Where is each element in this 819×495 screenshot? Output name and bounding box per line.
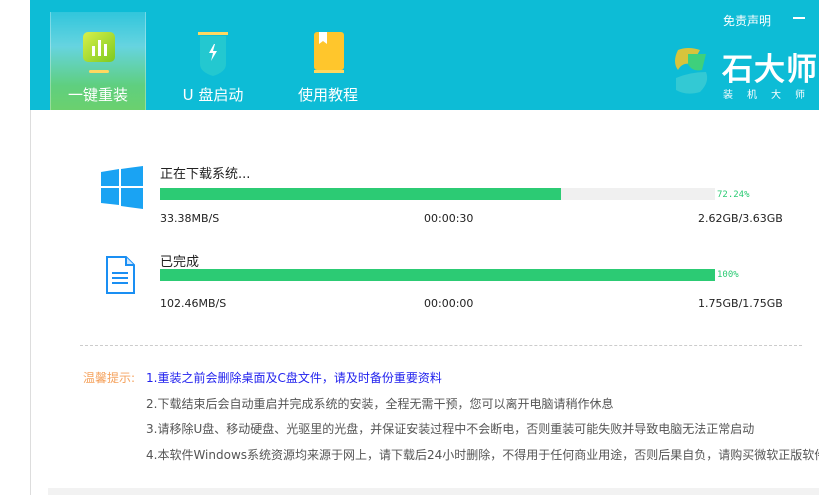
download-time: 00:00:00 <box>424 297 474 310</box>
download-time: 00:00:30 <box>424 212 474 225</box>
brand-logo <box>675 48 708 94</box>
tip-item: 3.请移除U盘、移动硬盘、光驱里的光盘，并保证安装过程中不会断电，否则重装可能失… <box>146 422 755 436</box>
download-speed: 33.38MB/S <box>160 212 220 225</box>
download-speed: 102.46MB/S <box>160 297 227 310</box>
progress-fill <box>160 188 561 200</box>
document-icon <box>106 256 135 294</box>
tip-item: 4.本软件Windows系统资源均来源于网上，请下载后24小时删除，不得用于任何… <box>146 448 819 462</box>
download-size: 1.75GB/1.75GB <box>698 297 783 310</box>
progress-bar <box>160 188 715 200</box>
progress-bar <box>160 269 715 281</box>
minimize-button[interactable] <box>793 17 805 19</box>
bar-chart-icon <box>83 32 115 73</box>
brand-name: 石大师 <box>722 52 818 88</box>
tab-usb-boot[interactable]: U 盘启动 <box>165 12 261 110</box>
download-size: 2.62GB/3.63GB <box>698 212 783 225</box>
download-title: 已完成 <box>160 255 200 270</box>
tab-label: U 盘启动 <box>182 86 244 104</box>
tips-label: 温馨提示: <box>83 371 136 385</box>
book-icon <box>314 32 344 73</box>
usb-icon <box>198 32 228 76</box>
download-title: 正在下载系统... <box>160 167 251 182</box>
windows-icon <box>101 166 143 209</box>
tab-label: 使用教程 <box>297 86 358 104</box>
tip-item: 1.重装之前会删除桌面及C盘文件，请及时备份重要资料 <box>146 371 442 385</box>
disclaimer-link[interactable]: 免责声明 <box>723 12 771 29</box>
progress-percent: 72.24% <box>717 190 750 200</box>
footer-bar <box>48 488 819 495</box>
tab-one-click-reinstall[interactable]: 一键重装 <box>50 12 146 110</box>
window-border <box>30 110 31 495</box>
tip-item: 2.下载结束后会自动重启并完成系统的安装，全程无需干预，您可以离开电脑请稍作休息 <box>146 397 614 411</box>
tab-label: 一键重装 <box>67 86 128 104</box>
divider <box>80 345 802 346</box>
progress-percent: 100% <box>717 270 739 280</box>
brand-subtitle: 装机大师 <box>723 90 819 101</box>
progress-fill <box>160 269 715 281</box>
tab-tutorial[interactable]: 使用教程 <box>280 12 376 110</box>
